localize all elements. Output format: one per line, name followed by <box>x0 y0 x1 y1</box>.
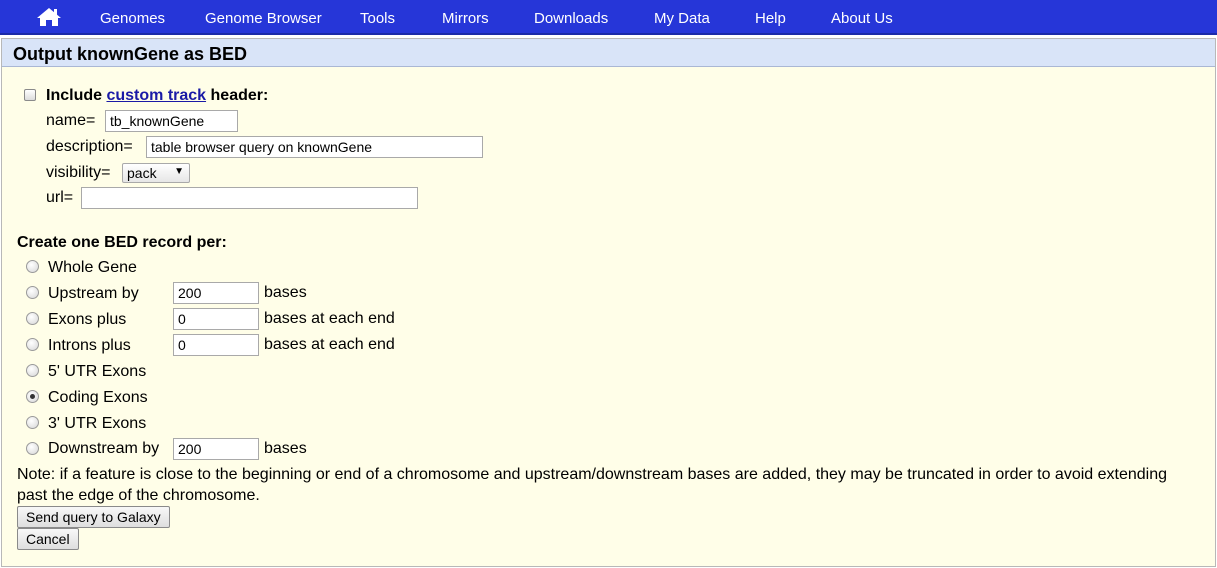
nav-mirrors[interactable]: Mirrors <box>442 10 489 27</box>
radio-whole-gene[interactable] <box>26 260 39 273</box>
nav-about-us[interactable]: About Us <box>831 10 893 27</box>
description-field[interactable] <box>146 136 483 158</box>
page-title: Output knownGene as BED <box>13 44 248 64</box>
visibility-label: visibility= <box>46 164 111 181</box>
visibility-select[interactable]: pack ▼ <box>122 163 190 183</box>
name-field[interactable] <box>105 110 238 132</box>
nav-my-data[interactable]: My Data <box>654 10 710 27</box>
option-suffix: bases at each end <box>264 310 395 327</box>
nav-help[interactable]: Help <box>755 10 786 27</box>
option-label: Coding Exons <box>48 389 148 406</box>
option-label: Downstream by <box>48 440 160 457</box>
include-prefix: Include <box>46 87 103 104</box>
nav-downloads[interactable]: Downloads <box>534 10 608 27</box>
option-label: Whole Gene <box>48 259 137 276</box>
visibility-value: pack <box>127 165 157 181</box>
radio-exons-plus[interactable] <box>26 312 39 325</box>
name-label: name= <box>46 112 96 129</box>
radio-coding-exons[interactable] <box>26 390 39 403</box>
downstream-bases-input[interactable] <box>173 438 259 460</box>
option-suffix: bases at each end <box>264 336 395 353</box>
radio-upstream[interactable] <box>26 286 39 299</box>
output-panel: Output knownGene as BED Include custom t… <box>1 38 1216 567</box>
include-header-label: Include custom track header: <box>46 87 268 105</box>
radio-downstream[interactable] <box>26 442 39 455</box>
truncation-note: Note: if a feature is close to the begin… <box>17 466 1168 504</box>
send-to-galaxy-button[interactable]: Send query to Galaxy <box>17 506 170 528</box>
top-navbar: Genomes Genome Browser Tools Mirrors Dow… <box>0 0 1217 35</box>
option-label: Introns plus <box>48 337 131 354</box>
option-label: 3' UTR Exons <box>48 415 147 432</box>
url-label: url= <box>46 189 74 206</box>
upstream-bases-input[interactable] <box>173 282 259 304</box>
introns-bases-input[interactable] <box>173 334 259 356</box>
description-label: description= <box>46 138 133 155</box>
exons-bases-input[interactable] <box>173 308 259 330</box>
option-label: 5' UTR Exons <box>48 363 147 380</box>
option-suffix: bases <box>264 440 307 457</box>
nav-tools[interactable]: Tools <box>360 10 395 27</box>
include-suffix: header: <box>210 87 269 104</box>
cancel-button[interactable]: Cancel <box>17 528 79 550</box>
home-icon[interactable] <box>36 6 62 28</box>
option-label: Exons plus <box>48 311 127 328</box>
url-field[interactable] <box>81 187 418 209</box>
option-label: Upstream by <box>48 285 139 302</box>
dropdown-arrow-icon: ▼ <box>174 166 184 177</box>
record-heading: Create one BED record per: <box>17 234 227 251</box>
custom-track-link[interactable]: custom track <box>106 87 206 104</box>
radio-5utr-exons[interactable] <box>26 364 39 377</box>
panel-header: Output knownGene as BED <box>2 39 1215 67</box>
radio-3utr-exons[interactable] <box>26 416 39 429</box>
nav-genomes[interactable]: Genomes <box>100 10 165 27</box>
nav-genome-browser[interactable]: Genome Browser <box>205 10 322 27</box>
radio-introns-plus[interactable] <box>26 338 39 351</box>
include-header-checkbox[interactable] <box>24 89 36 101</box>
option-suffix: bases <box>264 284 307 301</box>
